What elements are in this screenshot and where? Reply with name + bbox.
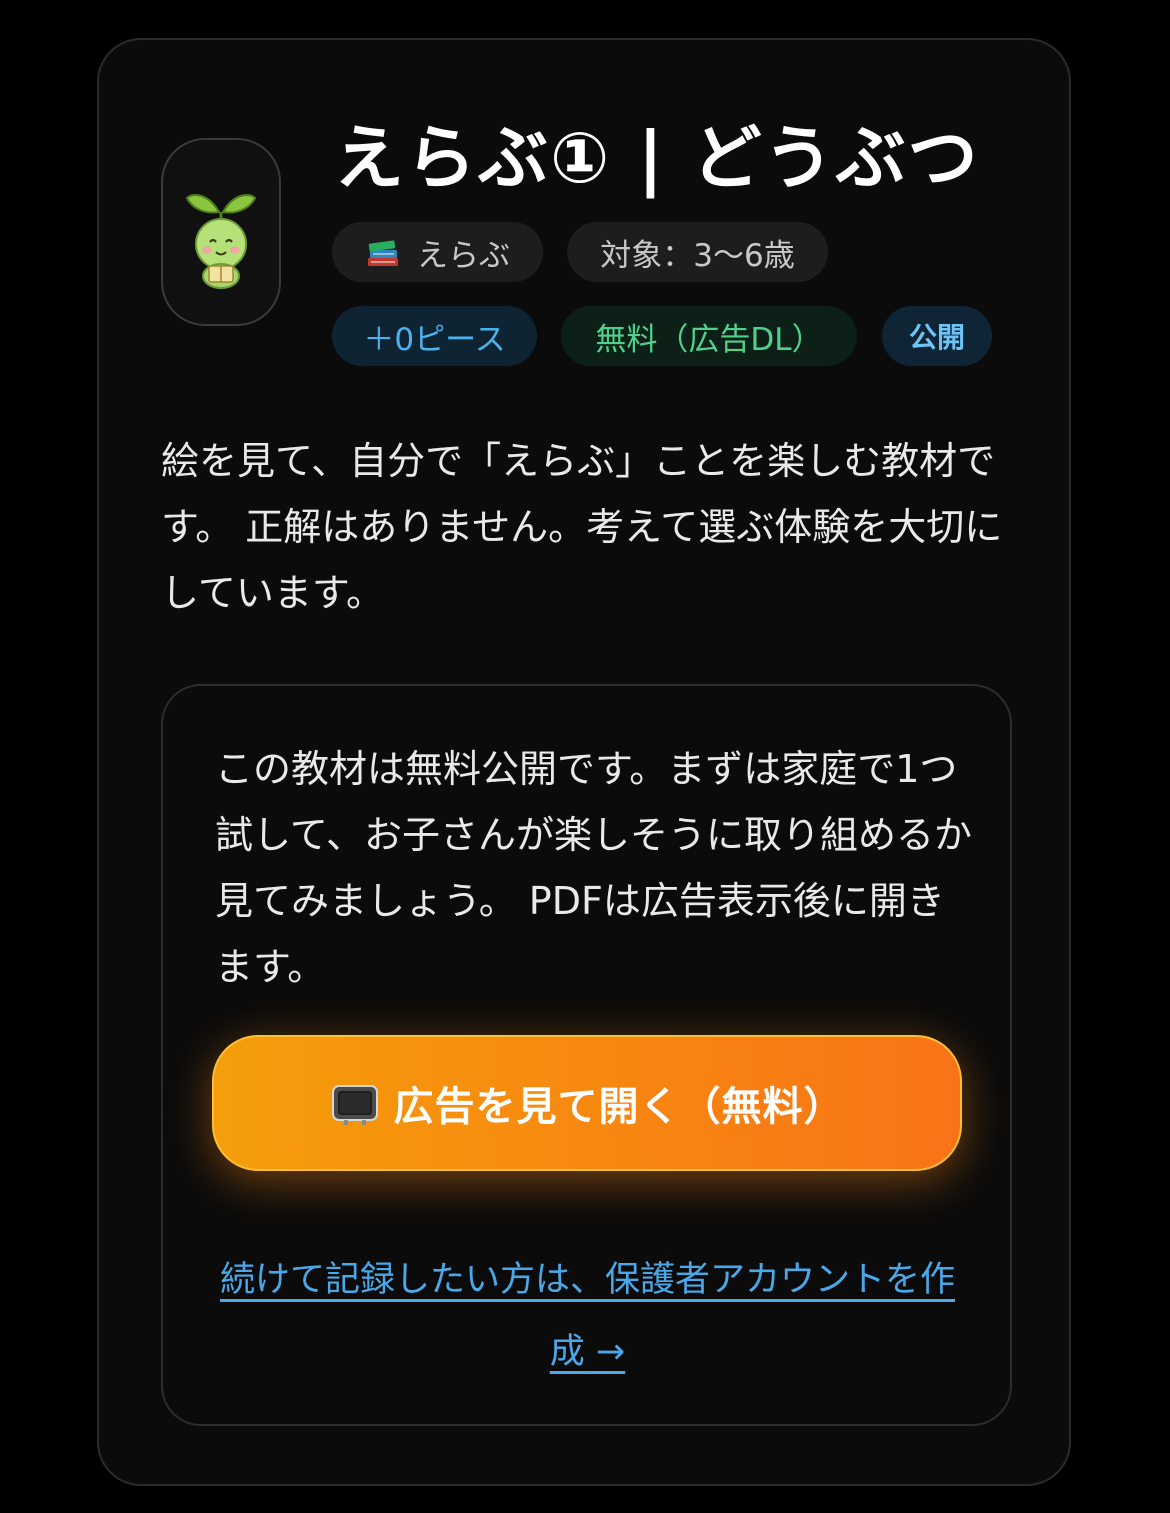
- watch-ad-open-button-label: 広告を見て開く（無料）: [393, 1084, 845, 1130]
- age-chip: 対象：3〜6歳: [567, 222, 828, 282]
- price-chip: 無料（広告DL）: [561, 306, 857, 366]
- visibility-badge-label: 公開: [908, 321, 965, 354]
- age-chip-label: 対象：3〜6歳: [600, 237, 795, 274]
- pieces-chip: ＋0ピース: [332, 306, 537, 366]
- visibility-badge: 公開: [882, 306, 992, 366]
- watch-ad-open-button[interactable]: 広告を見て開く（無料）: [212, 1035, 962, 1171]
- material-card: えらぶ① | どうぶつ えらぶ 対象：3〜6歳 ＋0ピース 無料（広告DL） 公…: [97, 38, 1071, 1486]
- sprout-mascot-reading-icon: [185, 194, 257, 289]
- download-panel: この教材は無料公開です。まずは家庭で1つ試して、お子さんが楽しそうに取り組めるか…: [161, 684, 1012, 1426]
- books-icon: [368, 240, 398, 266]
- create-guardian-account-link[interactable]: 続けて記録したい方は、保護者アカウントを作成 →: [215, 1244, 960, 1388]
- category-chip-label: えらぶ: [417, 237, 510, 274]
- pieces-chip-label: ＋0ピース: [363, 321, 506, 358]
- free-notice: この教材は無料公開です。まずは家庭で1つ試して、お子さんが楽しそうに取り組めるか…: [215, 747, 972, 989]
- price-chip-label: 無料（広告DL）: [595, 321, 823, 358]
- mascot-thumbnail: [161, 138, 281, 326]
- page-title: えらぶ① | どうぶつ: [334, 117, 980, 199]
- material-description: 絵を見て、自分で「えらぶ」ことを楽しむ教材です。 正解はありません。考えて選ぶ体…: [161, 439, 1003, 615]
- category-chip: えらぶ: [332, 222, 543, 282]
- tv-icon: [331, 1085, 378, 1125]
